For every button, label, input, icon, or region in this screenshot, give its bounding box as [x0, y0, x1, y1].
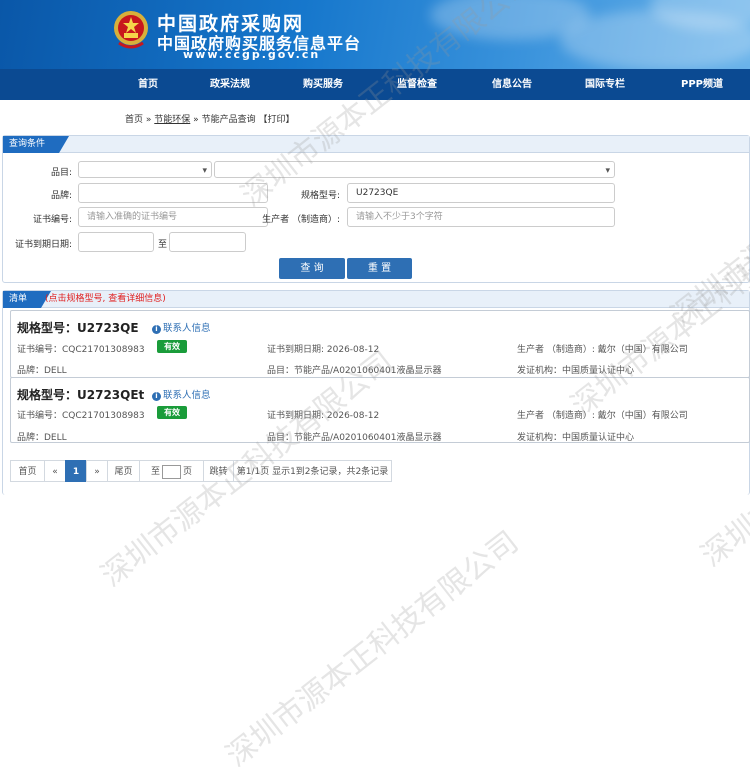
category-select-2[interactable]: [214, 161, 615, 178]
page-goto: 至页: [139, 460, 204, 482]
results-panel-title: 清单: [3, 291, 51, 308]
result-cert: 证书编号：CQC21701308983: [17, 345, 145, 355]
nav-home[interactable]: 首页: [138, 69, 158, 100]
result-expire: 证书到期日期: 2026-08-12: [267, 411, 380, 421]
result-issuer: 发证机构：中国质量认证中心: [517, 433, 635, 443]
result-brand: 品牌：DELL: [17, 433, 67, 443]
national-emblem-icon: [114, 11, 148, 49]
result-maker: 生产者 （制造商）: 戴尔（中国）有限公司: [517, 411, 688, 421]
breadcrumb: 首页 » 节能环保 » 节能产品查询 【打印】: [125, 115, 295, 125]
expire-label: 证书到期日期:: [14, 240, 72, 250]
page-prev-button[interactable]: «: [44, 460, 66, 482]
watermark: 深圳市源本正科技有限公司: [219, 524, 526, 773]
breadcrumb-section[interactable]: 节能环保: [154, 115, 190, 125]
result-card: 规格型号：U2723QE i 联系人信息 证书编号：CQC21701308983 …: [10, 310, 750, 378]
page-last-button[interactable]: 尾页: [107, 460, 140, 482]
nav-international[interactable]: 国际专栏: [585, 69, 625, 100]
site-banner: 中国政府采购网 中国政府购买服务信息平台 www.ccgp.gov.cn: [0, 0, 750, 69]
breadcrumb-home[interactable]: 首页: [125, 115, 143, 125]
maker-input[interactable]: 请输入不少于3个字符: [347, 207, 615, 227]
maker-label: 生产者 （制造商）:: [262, 215, 340, 225]
result-cert: 证书编号：CQC21701308983: [17, 411, 145, 421]
page-number-input[interactable]: [162, 464, 181, 479]
result-issuer: 发证机构：中国质量认证中心: [517, 366, 635, 376]
nav-supervision[interactable]: 监督检查: [397, 69, 437, 100]
query-panel-title: 查询条件: [3, 136, 69, 153]
contact-info-link[interactable]: i 联系人信息: [152, 387, 211, 401]
info-icon: i: [152, 392, 161, 401]
page-1-button[interactable]: 1: [65, 460, 87, 482]
page-next-button[interactable]: »: [86, 460, 108, 482]
to-label: 至: [158, 240, 168, 250]
result-maker: 生产者 （制造商）: 戴尔（中国）有限公司: [517, 345, 688, 355]
result-expire: 证书到期日期: 2026-08-12: [267, 345, 380, 355]
nav-purchase-services[interactable]: 购买服务: [303, 69, 343, 100]
category-label: 品目:: [50, 168, 72, 178]
expire-from-input[interactable]: [78, 232, 154, 252]
result-category: 品目：节能产品/A0201060401液晶显示器: [267, 366, 442, 376]
page-summary: 第1/1页 显示1到2条记录，共2条记录: [233, 460, 392, 482]
brand-label: 品牌:: [50, 191, 72, 201]
results-note: (点击规格型号, 查看详细信息): [45, 294, 166, 304]
search-button[interactable]: 查 询: [279, 258, 345, 279]
cert-input[interactable]: 请输入准确的证书编号: [78, 207, 268, 227]
page-first-button[interactable]: 首页: [10, 460, 45, 482]
result-category: 品目：节能产品/A0201060401液晶显示器: [267, 433, 442, 443]
result-brand: 品牌：DELL: [17, 366, 67, 376]
main-nav: 首页 政采法规 购买服务 监督检查 信息公告 国际专栏 PPP频道: [0, 69, 750, 100]
brand-input[interactable]: [78, 183, 268, 203]
nav-ppp[interactable]: PPP频道: [681, 69, 723, 100]
site-url: www.ccgp.gov.cn: [183, 48, 321, 61]
expire-to-input[interactable]: [169, 232, 246, 252]
page-jump-button[interactable]: 跳转: [203, 460, 234, 482]
model-label: 规格型号:: [300, 191, 340, 201]
nav-regulations[interactable]: 政采法规: [210, 69, 250, 100]
category-select-1[interactable]: [78, 161, 212, 178]
print-link[interactable]: 【打印】: [258, 115, 294, 125]
nav-announcements[interactable]: 信息公告: [492, 69, 532, 100]
result-model-link[interactable]: 规格型号：U2723QEt: [17, 386, 144, 403]
reset-button[interactable]: 重 置: [347, 258, 412, 279]
contact-info-link[interactable]: i 联系人信息: [152, 320, 211, 334]
cert-label: 证书编号:: [32, 215, 72, 225]
breadcrumb-page: 节能产品查询: [201, 115, 256, 125]
status-badge: 有效: [157, 406, 187, 419]
model-input[interactable]: U2723QE: [347, 183, 615, 203]
status-badge: 有效: [157, 340, 187, 353]
info-icon: i: [152, 325, 161, 334]
result-model-link[interactable]: 规格型号：U2723QE: [17, 319, 139, 336]
result-card: 规格型号：U2723QEt i 联系人信息 证书编号：CQC21701308983…: [10, 377, 750, 443]
